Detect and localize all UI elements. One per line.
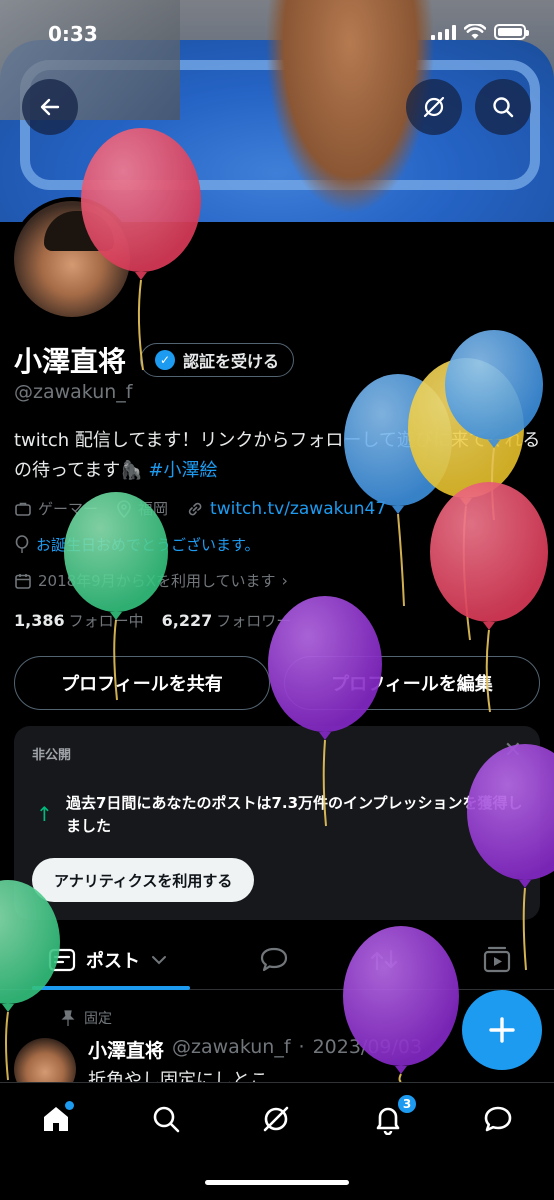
- chevron-down-icon: [152, 956, 166, 965]
- wifi-icon: [464, 24, 486, 39]
- search-icon: [493, 97, 514, 118]
- tab-media[interactable]: [482, 940, 512, 980]
- nav-messages[interactable]: [478, 1099, 518, 1139]
- following-label: フォロー中: [68, 612, 144, 630]
- profile-category: ゲーマー: [38, 500, 99, 518]
- tab-posts[interactable]: ポスト: [48, 940, 168, 980]
- nav-notifications[interactable]: 3: [368, 1093, 418, 1139]
- nav-grok[interactable]: [256, 1099, 296, 1139]
- joined-text: 2018年9月からXを利用しています: [38, 572, 276, 590]
- status-time: 0:33: [48, 22, 98, 46]
- briefcase-icon: [15, 502, 31, 516]
- posts-icon: [48, 948, 76, 972]
- arrow-left-icon: [40, 98, 60, 116]
- balloon-blue-right-2: [445, 330, 543, 521]
- status-bar: 0:33: [0, 0, 554, 60]
- profile-location: 福岡: [138, 500, 169, 518]
- nav-home[interactable]: [36, 1099, 76, 1139]
- tab-reposts[interactable]: [368, 940, 400, 980]
- signal-icon: [431, 24, 456, 40]
- followers-stat[interactable]: 6,227 フォロワー: [162, 610, 292, 631]
- post-author-handle[interactable]: @zawakun_f: [172, 1036, 291, 1063]
- profile-link[interactable]: twitch.tv/zawakun47: [210, 499, 386, 519]
- post-separator: ·: [298, 1036, 305, 1058]
- follow-stats: 1,386 フォロー中 6,227 フォロワー: [14, 610, 291, 631]
- profile-handle: @zawakun_f: [14, 381, 133, 403]
- plus-icon: [489, 1017, 515, 1043]
- private-label: 非公開: [32, 748, 72, 763]
- calendar-icon: [15, 573, 31, 589]
- followers-label: フォロワー: [216, 612, 292, 630]
- profile-tabs: ポスト: [0, 930, 554, 990]
- analytics-card: 非公開 ✕ ↑ 過去7日間にあなたのポストは7.3万件のインプレッションを獲得し…: [14, 726, 540, 920]
- profile-bio: twitch 配信してます！リンクからフォローして遊びに来てくれるの待ってます🦍…: [14, 426, 544, 486]
- battery-icon: [494, 24, 529, 40]
- birthday-row: お誕生日おめでとうございます。: [14, 534, 260, 555]
- repost-icon: [370, 949, 398, 971]
- profile-name: 小澤直将: [14, 345, 127, 378]
- link-icon: [188, 502, 202, 515]
- status-icons: [431, 24, 529, 40]
- get-verified-button[interactable]: ✓ 認証を受ける: [140, 343, 295, 377]
- arrow-up-icon: ↑: [36, 802, 53, 826]
- post-author-name[interactable]: 小澤直将: [88, 1036, 164, 1063]
- profile-avatar[interactable]: [10, 197, 134, 321]
- pin-icon: [61, 1010, 75, 1026]
- home-unread-dot: [65, 1101, 74, 1110]
- search-icon: [153, 1106, 180, 1133]
- pinned-indicator: 固定: [60, 1008, 112, 1028]
- name-row: 小澤直将 ✓ 認証を受ける: [14, 340, 295, 380]
- share-profile-label: プロフィールを共有: [61, 674, 223, 695]
- use-analytics-button[interactable]: アナリティクスを利用する: [32, 858, 255, 902]
- pinned-label: 固定: [84, 1011, 112, 1027]
- tab-posts-label: ポスト: [86, 951, 140, 972]
- grok-button[interactable]: [406, 79, 462, 135]
- active-tab-indicator: [32, 986, 190, 990]
- reply-icon: [260, 947, 288, 972]
- back-button[interactable]: [22, 79, 78, 135]
- media-icon: [483, 946, 511, 973]
- joined-row[interactable]: 2018年9月からXを利用しています ›: [14, 570, 288, 591]
- post-header: 小澤直将 @zawakun_f · 2023/09/03: [88, 1036, 422, 1063]
- compose-button[interactable]: [462, 990, 542, 1070]
- notifications-badge: 3: [396, 1093, 418, 1115]
- location-icon: [117, 499, 131, 518]
- bio-text: twitch 配信してます！リンクからフォローして遊びに来てくれるの待ってます🦍: [14, 430, 541, 481]
- impressions-message: 過去7日間にあなたのポストは7.3万件のインプレッションを獲得しました: [66, 794, 523, 835]
- birthday-text: お誕生日おめでとうございます。: [36, 536, 260, 554]
- followers-count: 6,227: [161, 611, 213, 630]
- balloon-blue-right-1: [344, 374, 452, 607]
- profile-meta-row: ゲーマー 福岡 twitch.tv/zawakun47: [14, 498, 386, 519]
- home-indicator: [205, 1180, 349, 1185]
- balloon-icon: [15, 534, 29, 553]
- tab-replies[interactable]: [258, 940, 290, 980]
- close-icon[interactable]: ✕: [504, 738, 522, 763]
- nav-search[interactable]: [146, 1099, 186, 1139]
- post-date[interactable]: 2023/09/03: [313, 1036, 423, 1063]
- following-count: 1,386: [14, 611, 65, 630]
- edit-profile-button[interactable]: プロフィールを編集: [284, 656, 540, 710]
- search-button[interactable]: [475, 79, 531, 135]
- share-profile-button[interactable]: プロフィールを共有: [14, 656, 270, 710]
- verified-badge-icon: ✓: [155, 350, 176, 370]
- grok-icon: [263, 1106, 289, 1132]
- edit-profile-label: プロフィールを編集: [331, 674, 493, 695]
- following-stat[interactable]: 1,386 フォロー中: [14, 610, 144, 631]
- chevron-right-icon: ›: [281, 571, 288, 590]
- bio-hashtag[interactable]: #小澤絵: [148, 460, 217, 481]
- get-verified-label: 認証を受ける: [183, 352, 280, 371]
- grok-icon: [423, 96, 445, 118]
- chat-bubble-icon: [484, 1106, 512, 1132]
- balloon-yellow: [408, 358, 524, 641]
